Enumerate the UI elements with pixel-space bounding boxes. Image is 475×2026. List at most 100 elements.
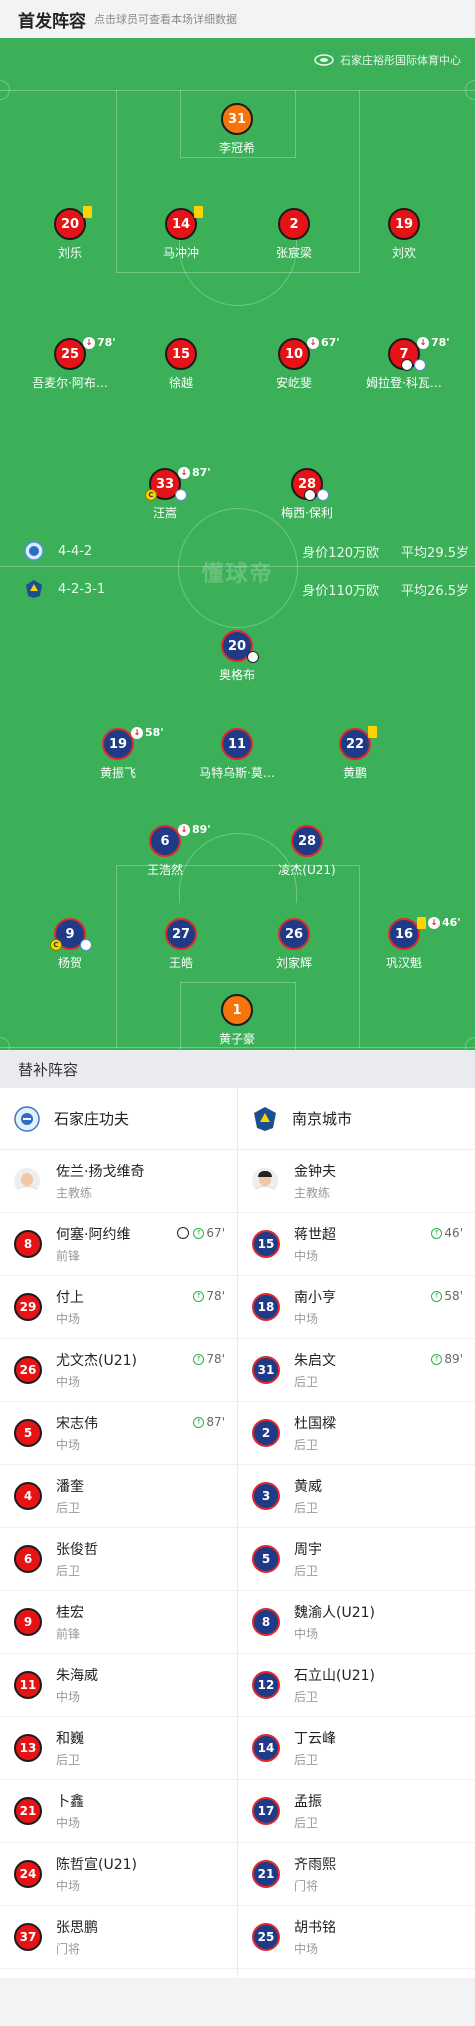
sub-number-badge: 24 bbox=[14, 1860, 42, 1888]
away-sub-row[interactable]: 3 黄威 后卫 bbox=[238, 1465, 475, 1528]
away-sub-row[interactable]: 14 丁云峰 后卫 bbox=[238, 1717, 475, 1780]
coach-role: 主教练 bbox=[294, 1186, 331, 1200]
player-number-badge: 19 ↓ 58' bbox=[102, 726, 164, 760]
home-player[interactable]: 28 梅西·保利 bbox=[237, 468, 377, 521]
away-player[interactable]: 20 奥格布 bbox=[167, 630, 307, 683]
sub-number-badge: 8 bbox=[252, 1608, 280, 1636]
sub-player-position: 后卫 bbox=[56, 1564, 81, 1578]
player-name: 巩汉魁 bbox=[385, 956, 422, 970]
player-name: 汪嵩 bbox=[152, 506, 177, 520]
home-sub-row[interactable]: 21 卜鑫 中场 bbox=[0, 1780, 237, 1843]
sub-player-position: 后卫 bbox=[294, 1690, 319, 1704]
sub-on-minute: 58' bbox=[444, 1289, 463, 1303]
pitch: 石家庄裕彤国际体育中心 懂球帝 4-4-2 身价120万欧 平均29.5岁 4-… bbox=[0, 38, 475, 1050]
player-number-badge: 11 bbox=[221, 728, 253, 760]
home-sub-row[interactable]: 13 和巍 后卫 bbox=[0, 1717, 237, 1780]
home-sub-row[interactable]: 26 尤文杰(U21) 中场 ↑ 78' bbox=[0, 1339, 237, 1402]
sub-number-badge: 21 bbox=[252, 1860, 280, 1888]
sub-player-position: 中场 bbox=[56, 1375, 81, 1389]
home-sub-row[interactable]: 8 何塞·阿约维 前锋 ↑ 67' bbox=[0, 1213, 237, 1276]
away-value: 身价110万欧 bbox=[302, 583, 380, 599]
home-sub-row[interactable]: 4 潘奎 后卫 bbox=[0, 1465, 237, 1528]
away-sub-row[interactable]: 2 杜国樑 后卫 bbox=[238, 1402, 475, 1465]
away-sub-row[interactable]: 15 蒋世超 中场 ↑ 46' bbox=[238, 1213, 475, 1276]
captain-icon: C bbox=[145, 489, 157, 501]
home-team-badge-icon bbox=[14, 1105, 40, 1132]
away-sub-row[interactable]: 21 齐雨熙 门将 bbox=[238, 1843, 475, 1906]
home-sub-row[interactable]: 24 陈哲宣(U21) 中场 bbox=[0, 1843, 237, 1906]
away-player[interactable]: 22 黄鹏 bbox=[285, 726, 425, 781]
home-value: 身价120万欧 bbox=[302, 545, 380, 561]
away-sub-row[interactable]: 8 魏渝人(U21) 中场 bbox=[238, 1591, 475, 1654]
away-sub-row[interactable]: 25 胡书铭 中场 bbox=[238, 1906, 475, 1969]
home-player[interactable]: 19 刘欢 bbox=[334, 208, 474, 261]
sub-number-badge: 18 bbox=[252, 1293, 280, 1321]
coach-name: 佐兰·扬戈维奇 bbox=[56, 1164, 145, 1180]
away-team-badge-icon bbox=[26, 580, 42, 598]
sub-player-name: 朱海威 bbox=[56, 1668, 98, 1684]
sub-player-position: 中场 bbox=[56, 1312, 81, 1326]
sub-player-name: 张思鹏 bbox=[56, 1920, 98, 1936]
assist-icon bbox=[317, 489, 329, 501]
player-number-badge: 33 ↓ 87' C bbox=[145, 466, 211, 501]
away-sub-row[interactable]: 31 朱启文 后卫 ↑ 89' bbox=[238, 1339, 475, 1402]
sub-player-position: 前锋 bbox=[56, 1627, 81, 1641]
player-number-badge: 9C bbox=[50, 918, 92, 951]
sub-player-position: 门将 bbox=[56, 1942, 81, 1956]
coach-avatar bbox=[14, 1168, 40, 1194]
sub-number-badge: 4 bbox=[14, 1482, 42, 1510]
sub-number-badge: 37 bbox=[14, 1923, 42, 1951]
sub-number-badge: 8 bbox=[14, 1230, 42, 1258]
sub-player-name: 桂宏 bbox=[56, 1605, 84, 1621]
away-sub-row[interactable]: 12 石立山(U21) 后卫 bbox=[238, 1654, 475, 1717]
goal-ball-icon bbox=[177, 1227, 190, 1239]
sub-player-position: 门将 bbox=[294, 1879, 319, 1893]
sub-off-icon: ↓ bbox=[178, 823, 190, 836]
away-player[interactable]: 1 黄子豪 bbox=[167, 994, 307, 1047]
home-sub-row[interactable]: 9 桂宏 前锋 bbox=[0, 1591, 237, 1654]
home-coach-row[interactable]: 佐兰·扬戈维奇 主教练 bbox=[0, 1150, 237, 1213]
sub-on-icon: ↑ bbox=[193, 1290, 205, 1302]
home-sub-row[interactable]: 6 张俊哲 后卫 bbox=[0, 1528, 237, 1591]
home-player[interactable]: 7 ↓ 78' 姆拉登·科瓦… bbox=[334, 336, 474, 391]
away-sub-row[interactable]: 18 南小亨 中场 ↑ 58' bbox=[238, 1276, 475, 1339]
away-player[interactable]: 16 ↓ 46' 巩汉魁 bbox=[334, 916, 474, 971]
player-number-badge: 6 ↓ 89' bbox=[149, 823, 211, 857]
player-number-badge: 28 bbox=[291, 468, 329, 501]
home-player[interactable]: 31 李冠希 bbox=[167, 103, 307, 156]
sub-number-badge: 15 bbox=[252, 1230, 280, 1258]
sub-player-name: 潘奎 bbox=[56, 1479, 84, 1495]
sub-number-badge: 26 bbox=[14, 1356, 42, 1384]
home-sub-row[interactable]: 11 朱海威 中场 bbox=[0, 1654, 237, 1717]
home-subs-column: 石家庄功夫 佐兰·扬戈维奇 主教练 8 何塞·阿约维 前锋 ↑ 67' 29 付上 中场 ↑ 78… bbox=[0, 1088, 237, 1969]
assist-icon bbox=[175, 489, 187, 501]
home-team-summary: 4-4-2 身价120万欧 平均29.5岁 bbox=[24, 541, 469, 561]
sub-on-minute: 78' bbox=[206, 1352, 225, 1366]
sub-player-name: 和巍 bbox=[56, 1731, 84, 1747]
player-name: 王浩然 bbox=[146, 863, 183, 877]
away-sub-row[interactable]: 5 周宇 后卫 bbox=[238, 1528, 475, 1591]
away-player[interactable]: 28 凌杰(U21) bbox=[237, 825, 377, 878]
sub-player-name: 孟振 bbox=[294, 1794, 322, 1810]
sub-number-badge: 17 bbox=[252, 1797, 280, 1825]
home-sub-row[interactable]: 37 张思鹏门将 bbox=[0, 1906, 237, 1969]
away-coach-row[interactable]: 金钟夫 主教练 bbox=[238, 1150, 475, 1213]
away-sub-row[interactable]: 17 孟振 后卫 bbox=[238, 1780, 475, 1843]
sub-player-position: 后卫 bbox=[294, 1564, 319, 1578]
sub-on-icon: ↑ bbox=[193, 1416, 205, 1428]
home-sub-row[interactable]: 5 宋志伟 中场 ↑ 87' bbox=[0, 1402, 237, 1465]
sub-player-position: 中场 bbox=[56, 1879, 81, 1893]
coach-role: 主教练 bbox=[56, 1186, 93, 1200]
subs-title: 替补阵容 bbox=[0, 1050, 475, 1088]
sub-player-position: 后卫 bbox=[56, 1753, 81, 1767]
away-player[interactable]: 6 ↓ 89' 王浩然 bbox=[95, 823, 235, 878]
away-team-header[interactable]: 南京城市 bbox=[238, 1088, 475, 1150]
goal-ball-icon bbox=[304, 489, 316, 501]
sub-player-name: 周宇 bbox=[294, 1542, 322, 1558]
home-team-header[interactable]: 石家庄功夫 bbox=[0, 1088, 237, 1150]
player-name: 刘欢 bbox=[391, 246, 416, 260]
home-sub-row[interactable]: 29 付上 中场 ↑ 78' bbox=[0, 1276, 237, 1339]
home-player[interactable]: 33 ↓ 87' C 汪嵩 bbox=[95, 466, 235, 521]
sub-off-minute: 78' bbox=[431, 336, 450, 349]
sub-player-position: 后卫 bbox=[294, 1753, 319, 1767]
